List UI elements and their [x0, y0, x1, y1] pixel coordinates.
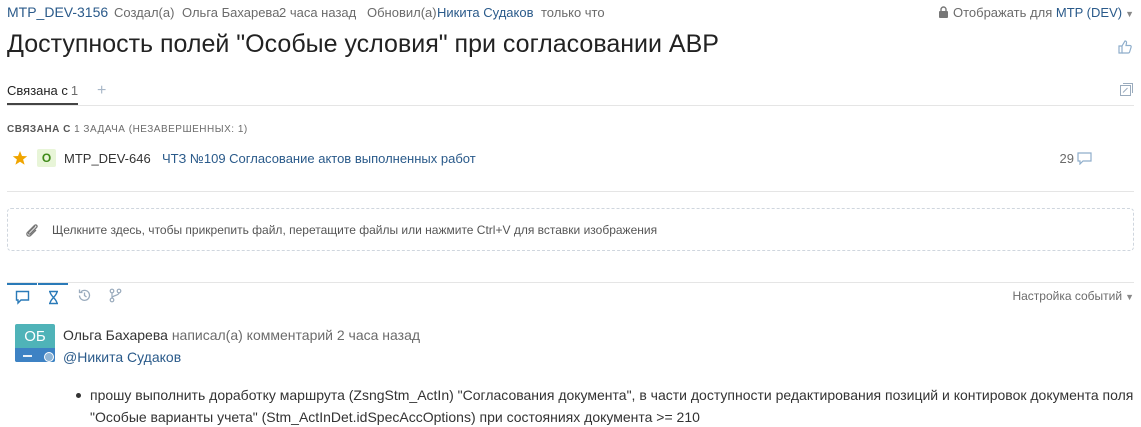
tab-related-count: 1 — [70, 83, 79, 98]
issue-meta: MTP_DEV-3156 Создал(а) Ольга Бахарева 2 … — [7, 4, 1134, 22]
attachment-dropzone[interactable]: Щелкните здесь, чтобы прикрепить файл, п… — [7, 208, 1134, 251]
tab-comments[interactable] — [7, 283, 37, 307]
related-section-header: СВЯЗАНА С 1 ЗАДАЧА (НЕЗАВЕРШЕННЫХ: 1) — [7, 124, 248, 135]
issue-key-link[interactable]: MTP_DEV-3156 — [7, 4, 108, 20]
tab-history[interactable] — [69, 283, 99, 307]
attachment-hint: Щелкните здесь, чтобы прикрепить файл, п… — [52, 223, 658, 237]
history-icon — [78, 289, 91, 301]
updated-time: только что — [541, 5, 605, 20]
comment-mention[interactable]: @Никита Судаков — [63, 349, 181, 365]
visibility-selector[interactable]: Отображать для MTP (DEV) ▼ — [938, 5, 1134, 20]
comment-count: 29 — [1059, 151, 1074, 166]
comment-icon — [1077, 152, 1092, 166]
comments-icon — [15, 290, 30, 305]
divider — [7, 191, 1134, 192]
related-section-summary: 1 ЗАДАЧА (НЕЗАВЕРШЕННЫХ: 1) — [74, 124, 248, 135]
tab-related-label: Связана с — [7, 83, 68, 98]
paperclip-icon — [26, 224, 38, 237]
event-settings-dropdown[interactable]: Настройка событий ▼ — [1012, 289, 1134, 303]
branch-icon — [109, 288, 122, 303]
related-task-title-link[interactable]: ЧТЗ №109 Согласование актов выполненных … — [162, 151, 476, 166]
related-task-row[interactable]: О MTP_DEV-646 ЧТЗ №109 Согласование акто… — [12, 148, 1092, 170]
hourglass-icon — [49, 290, 58, 305]
tab-related[interactable]: Связана с1 — [7, 83, 78, 98]
divider — [7, 105, 1134, 106]
tab-commits[interactable] — [100, 283, 130, 307]
lock-icon — [938, 6, 948, 18]
divider — [7, 282, 1134, 283]
visibility-label: Отображать для — [952, 5, 1053, 20]
status-badge: О — [37, 149, 56, 167]
comment-action: написал(а) комментарий 2 часа назад — [171, 327, 421, 343]
add-link-button[interactable]: + — [97, 82, 106, 100]
chevron-down-icon: ▼ — [1125, 292, 1134, 302]
comment-author[interactable]: Ольга Бахарева — [63, 327, 168, 343]
comment-header: Ольга Бахарева написал(а) комментарий 2 … — [63, 327, 420, 343]
updater-name[interactable]: Никита Судаков — [437, 5, 534, 20]
related-task-key[interactable]: MTP_DEV-646 — [64, 151, 151, 166]
created-time: 2 часа назад — [279, 5, 357, 20]
comment-list-item: прошу выполнить доработку маршрута (Zsng… — [74, 384, 1134, 427]
avatar-mark — [23, 355, 32, 357]
visibility-value: MTP (DEV) — [1055, 5, 1123, 20]
related-section-title: СВЯЗАНА С — [7, 124, 71, 135]
expand-icon[interactable] — [1120, 83, 1133, 96]
star-icon[interactable] — [12, 150, 28, 166]
updated-label: Обновил(а) — [367, 5, 437, 20]
creator-name[interactable]: Ольга Бахарева — [182, 5, 279, 20]
chevron-down-icon: ▼ — [1125, 9, 1134, 19]
created-label: Создал(а) — [114, 5, 175, 20]
online-badge-icon — [44, 352, 54, 362]
comment-body: прошу выполнить доработку маршрута (Zsng… — [74, 384, 1134, 427]
avatar-initials: ОБ — [24, 328, 46, 345]
event-settings-label: Настройка событий — [1012, 289, 1123, 303]
thumbs-up-icon[interactable] — [1117, 39, 1133, 55]
tab-worklog[interactable] — [38, 283, 68, 307]
related-task-comments[interactable]: 29 — [1060, 151, 1092, 166]
page-title: Доступность полей "Особые условия" при с… — [7, 30, 719, 58]
